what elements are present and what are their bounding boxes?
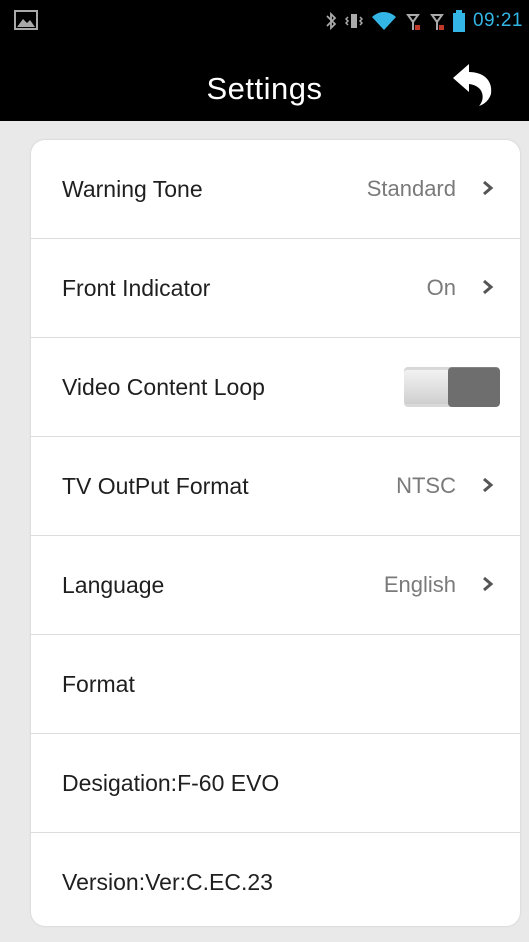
signal-2-icon bbox=[429, 11, 445, 31]
chevron-right-icon bbox=[480, 275, 496, 299]
setting-designation: Desigation:F-60 EVO bbox=[31, 734, 520, 833]
setting-label: Language bbox=[62, 571, 165, 598]
setting-video-content-loop: Video Content Loop bbox=[31, 338, 520, 437]
designation-text: Desigation:F-60 EVO bbox=[62, 769, 280, 796]
setting-label: Video Content Loop bbox=[62, 373, 265, 400]
back-button[interactable] bbox=[447, 60, 499, 112]
setting-label: Front Indicator bbox=[62, 274, 211, 301]
toggle-thumb bbox=[448, 367, 500, 407]
chevron-right-icon bbox=[480, 176, 496, 200]
status-time: 09:21 bbox=[472, 10, 523, 31]
setting-version: Version:Ver:C.EC.23 bbox=[31, 833, 520, 926]
setting-value: Standard bbox=[366, 176, 456, 201]
setting-label: Format bbox=[62, 670, 135, 697]
setting-value: English bbox=[383, 572, 456, 597]
battery-icon bbox=[452, 10, 465, 32]
setting-format[interactable]: Format bbox=[31, 635, 520, 734]
header: Settings bbox=[0, 40, 529, 121]
signal-1-icon bbox=[405, 11, 421, 31]
back-arrow-icon bbox=[449, 62, 497, 111]
setting-label: TV OutPut Format bbox=[62, 472, 249, 499]
bluetooth-icon bbox=[325, 11, 337, 31]
chevron-right-icon bbox=[480, 572, 496, 596]
setting-value: On bbox=[426, 275, 456, 300]
setting-warning-tone[interactable]: Warning Tone Standard bbox=[31, 140, 520, 239]
setting-tv-output-format[interactable]: TV OutPut Format NTSC bbox=[31, 437, 520, 536]
setting-language[interactable]: Language English bbox=[31, 536, 520, 635]
setting-label: Warning Tone bbox=[62, 175, 203, 202]
version-text: Version:Ver:C.EC.23 bbox=[62, 868, 273, 895]
setting-front-indicator[interactable]: Front Indicator On bbox=[31, 239, 520, 338]
chevron-right-icon bbox=[480, 473, 496, 497]
image-icon bbox=[14, 10, 38, 30]
setting-value: NTSC bbox=[396, 473, 456, 498]
settings-list: Warning Tone Standard Front Indicator On… bbox=[31, 140, 520, 926]
wifi-icon bbox=[371, 11, 397, 31]
video-loop-toggle[interactable] bbox=[404, 367, 500, 407]
vibrate-icon bbox=[344, 11, 363, 31]
status-bar: 09:21 bbox=[0, 0, 529, 40]
